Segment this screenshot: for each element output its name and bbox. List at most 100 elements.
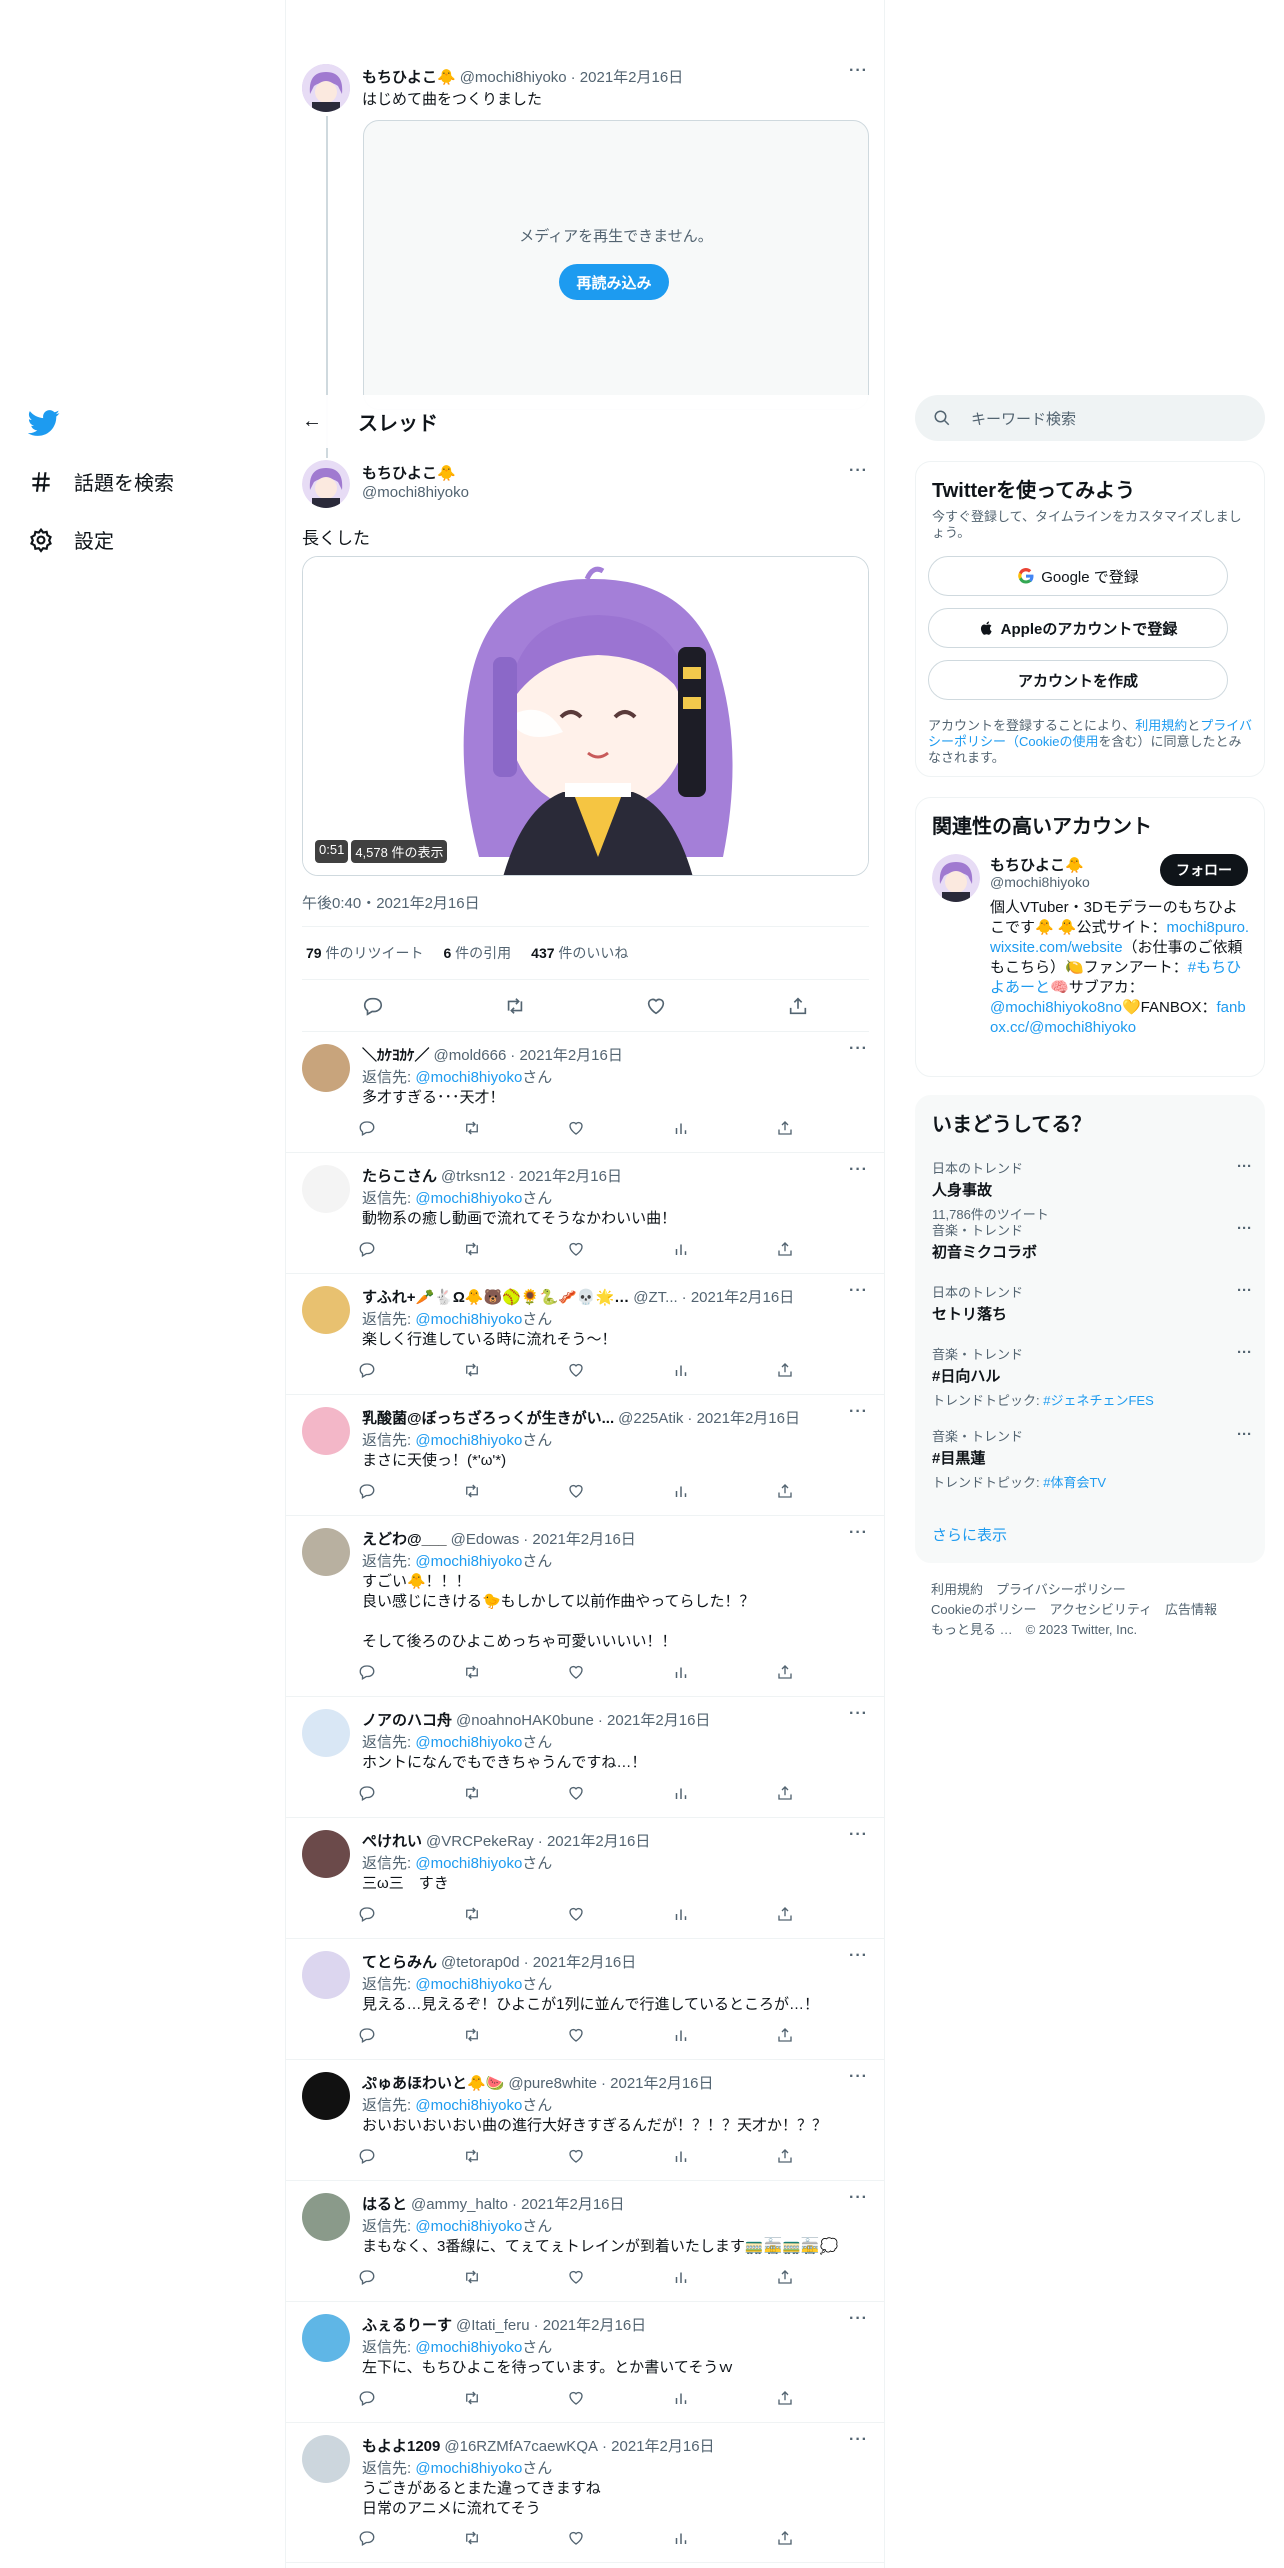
- footer-line-2[interactable]: Cookieのポリシー アクセシビリティ 広告情報: [931, 1600, 1217, 1620]
- follow-button[interactable]: フォロー: [1160, 854, 1248, 886]
- reply-more-icon[interactable]: ···: [849, 1161, 868, 1179]
- retweet-icon[interactable]: [463, 1482, 481, 1500]
- reply-icon[interactable]: [358, 1784, 376, 1802]
- retweet-icon[interactable]: [463, 2026, 481, 2044]
- reply-more-icon[interactable]: ···: [849, 2310, 868, 2328]
- reply-date[interactable]: · 2021年2月16日: [512, 2193, 625, 2214]
- reply-date[interactable]: · 2021年2月16日: [598, 1709, 711, 1730]
- reply-avatar[interactable]: [302, 1951, 350, 1999]
- reply-date[interactable]: · 2021年2月16日: [524, 1951, 637, 1972]
- reply-date[interactable]: · 2021年2月16日: [602, 2435, 715, 2456]
- reply-author-name[interactable]: もよよ1209: [362, 2435, 440, 2456]
- trend-item[interactable]: 音楽・トレンド #日向ハル トレンドトピック: #ジェネチェンFES ···: [932, 1344, 1252, 1409]
- views-icon[interactable]: [672, 2529, 690, 2547]
- reply-author-handle[interactable]: @trksn12: [441, 1168, 505, 1185]
- main-tweet-name[interactable]: もちひよこ🐥: [362, 462, 456, 483]
- reply-avatar[interactable]: [302, 1407, 350, 1455]
- retweet-stat[interactable]: 79 件のリツイート: [306, 943, 423, 963]
- twitter-logo-icon[interactable]: [28, 407, 60, 439]
- reply-author-handle[interactable]: @mold666: [434, 1047, 507, 1064]
- reply-author-handle[interactable]: @tetorap0d: [441, 1954, 520, 1971]
- parent-tweet-avatar[interactable]: [302, 64, 350, 112]
- reply-tweet[interactable]: ぷゅあほわいと🐥🍉 @pure8white · 2021年2月16日 ··· 返信先: …: [286, 2060, 884, 2181]
- share-icon[interactable]: [776, 2147, 794, 2165]
- views-icon[interactable]: [672, 1482, 690, 1500]
- footer-line-3[interactable]: もっと見る … © 2023 Twitter, Inc.: [931, 1620, 1217, 1640]
- replying-handle-link[interactable]: @mochi8hiyoko: [415, 1734, 522, 1751]
- trend-item[interactable]: 音楽・トレンド #目黒蓮 トレンドトピック: #体育会TV ···: [932, 1426, 1252, 1491]
- reply-date[interactable]: · 2021年2月16日: [509, 1165, 622, 1186]
- reply-avatar[interactable]: [302, 1165, 350, 1213]
- reply-author-handle[interactable]: @pure8white: [508, 2075, 597, 2092]
- parent-tweet-name[interactable]: もちひよこ🐥: [362, 66, 456, 87]
- reply-date[interactable]: · 2021年2月16日: [687, 1407, 800, 1428]
- reply-date[interactable]: · 2021年2月16日: [534, 2314, 647, 2335]
- reply-tweet[interactable]: 乳酸菌@ぼっちざろっくが生きがい... @225Atik · 2021年2月16日 ·…: [286, 1395, 884, 1516]
- share-icon[interactable]: [776, 1663, 794, 1681]
- like-icon[interactable]: [567, 2389, 585, 2407]
- reply-more-icon[interactable]: ···: [849, 2431, 868, 2449]
- share-icon[interactable]: [776, 1784, 794, 1802]
- trend-item[interactable]: 日本のトレンド セトリ落ち ···: [932, 1282, 1252, 1324]
- replying-handle-link[interactable]: @mochi8hiyoko: [415, 2218, 522, 2235]
- replying-handle-link[interactable]: @mochi8hiyoko: [415, 1855, 522, 1872]
- trend-more-icon[interactable]: ···: [1237, 1220, 1252, 1237]
- reply-tweet[interactable]: ふぇるりーす @Itati_feru · 2021年2月16日 ··· 返信先: @mo…: [286, 2302, 884, 2423]
- reply-more-icon[interactable]: ···: [849, 1524, 868, 1542]
- share-icon[interactable]: [776, 1119, 794, 1137]
- like-icon[interactable]: [567, 1240, 585, 1258]
- views-icon[interactable]: [672, 1663, 690, 1681]
- like-icon[interactable]: [567, 1905, 585, 1923]
- replying-handle-link[interactable]: @mochi8hiyoko: [415, 1976, 522, 1993]
- reply-icon[interactable]: [358, 1482, 376, 1500]
- bio-subaccount-link[interactable]: @mochi8hiyoko8no: [990, 999, 1122, 1016]
- reply-more-icon[interactable]: ···: [849, 1826, 868, 1844]
- retweet-icon[interactable]: [463, 1784, 481, 1802]
- google-signup-button[interactable]: Google で登録: [928, 556, 1228, 596]
- reply-author-name[interactable]: ノアのハコ舟: [362, 1709, 452, 1730]
- related-account-avatar[interactable]: [932, 854, 980, 902]
- reply-date[interactable]: · 2021年2月16日: [523, 1528, 636, 1549]
- like-icon[interactable]: [567, 2529, 585, 2547]
- reply-avatar[interactable]: [302, 1830, 350, 1878]
- main-tweet-handle[interactable]: @mochi8hiyoko: [362, 484, 469, 501]
- like-icon[interactable]: [567, 1663, 585, 1681]
- reply-more-icon[interactable]: ···: [849, 2189, 868, 2207]
- reply-author-name[interactable]: すふれ+🥕🐇Ω🐥🐻🥎🌻🐍🥓💀🌟…: [362, 1286, 629, 1307]
- apple-signup-button[interactable]: Appleのアカウントで登録: [928, 608, 1228, 648]
- replying-handle-link[interactable]: @mochi8hiyoko: [415, 2097, 522, 2114]
- reply-more-icon[interactable]: ···: [849, 1403, 868, 1421]
- replying-handle-link[interactable]: @mochi8hiyoko: [415, 1432, 522, 1449]
- replying-handle-link[interactable]: @mochi8hiyoko: [415, 2460, 522, 2477]
- retweet-icon[interactable]: [463, 1663, 481, 1681]
- reply-author-handle[interactable]: @ZT...: [633, 1289, 677, 1306]
- like-icon[interactable]: [567, 1482, 585, 1500]
- reply-tweet[interactable]: すふれ+🥕🐇Ω🐥🐻🥎🌻🐍🥓💀🌟… @ZT... · 2021年2月16日 ··· 返信先…: [286, 1274, 884, 1395]
- reply-tweet[interactable]: てとらみん @tetorap0d · 2021年2月16日 ··· 返信先: @moch…: [286, 1939, 884, 2060]
- retweet-icon[interactable]: [504, 995, 526, 1017]
- back-arrow-icon[interactable]: ←: [302, 410, 322, 433]
- related-account-handle[interactable]: @mochi8hiyoko: [990, 874, 1090, 890]
- retweet-icon[interactable]: [463, 1119, 481, 1137]
- reply-more-icon[interactable]: ···: [849, 1705, 868, 1723]
- reply-more-icon[interactable]: ···: [849, 1282, 868, 1300]
- reply-tweet[interactable]: えどわ@___ @Edowas · 2021年2月16日 ··· 返信先: @mochi…: [286, 1516, 884, 1697]
- reply-icon[interactable]: [358, 1119, 376, 1137]
- retweet-icon[interactable]: [463, 2147, 481, 2165]
- reply-author-name[interactable]: ぷゅあほわいと🐥🍉: [362, 2072, 504, 2093]
- trend-more-icon[interactable]: ···: [1237, 1426, 1252, 1443]
- main-tweet-more-icon[interactable]: ···: [849, 462, 868, 480]
- reply-more-icon[interactable]: ···: [849, 1040, 868, 1058]
- trend-more-icon[interactable]: ···: [1237, 1344, 1252, 1361]
- reply-date[interactable]: · 2021年2月16日: [601, 2072, 714, 2093]
- parent-tweet-handle[interactable]: @mochi8hiyoko: [460, 69, 567, 86]
- reply-date[interactable]: · 2021年2月16日: [682, 1286, 795, 1307]
- views-icon[interactable]: [672, 1905, 690, 1923]
- retweet-icon[interactable]: [463, 2268, 481, 2286]
- reply-avatar[interactable]: [302, 2435, 350, 2483]
- retweet-icon[interactable]: [463, 1905, 481, 1923]
- reply-more-icon[interactable]: ···: [849, 2068, 868, 2086]
- reply-tweet[interactable]: もよよ1209 @16RZMfA7caewKQA · 2021年2月16日 ··· 返信…: [286, 2423, 884, 2563]
- trend-item[interactable]: 日本のトレンド 人身事故 11,786件のツイート ···: [932, 1158, 1252, 1223]
- reply-author-name[interactable]: たらこさん: [362, 1165, 437, 1186]
